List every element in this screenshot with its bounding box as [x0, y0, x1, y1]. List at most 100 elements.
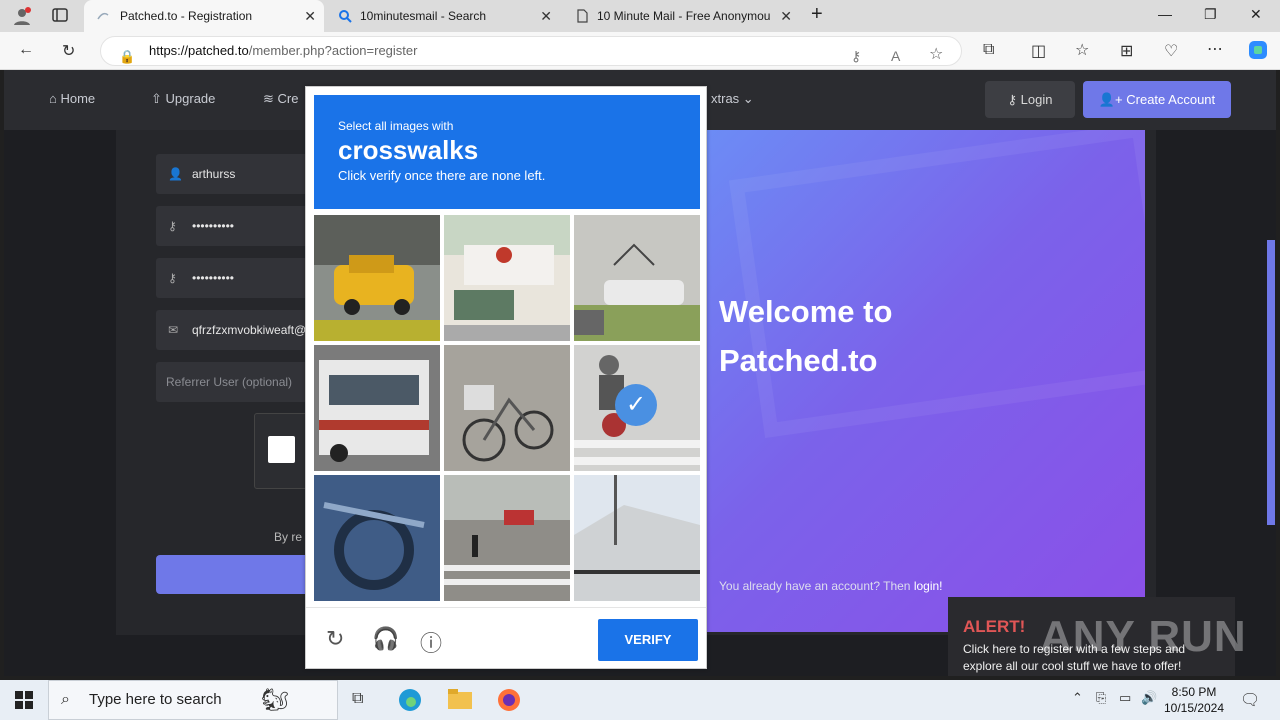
windows-start-icon[interactable] [15, 691, 33, 714]
nav-label: xtras [711, 91, 740, 106]
alert-title: ALERT! [963, 617, 1026, 636]
password-key-icon[interactable]: ⚷ [851, 42, 861, 70]
performance-icon[interactable]: ♡ [1164, 41, 1178, 61]
tab-10minutesmail-search[interactable]: 10minutesmail - Search ✕ [326, 0, 560, 32]
tab-actions-icon[interactable] [52, 7, 68, 28]
email-field[interactable]: ✉ qfrzfzxmvobkiweaft@ [156, 310, 326, 350]
new-tab-icon[interactable]: + [811, 3, 823, 26]
password-value: •••••••••• [192, 219, 235, 233]
task-view-icon[interactable]: ⧉ [352, 690, 363, 708]
more-menu-icon[interactable]: ⋯ [1207, 39, 1223, 59]
captcha-tile[interactable] [314, 475, 440, 601]
tab-title: Patched.to - Registration [120, 9, 253, 23]
create-account-button[interactable]: 👤+ Create Account [1083, 81, 1231, 118]
anyrun-watermark: ANY RUN [1040, 612, 1247, 661]
firefox-icon[interactable] [497, 688, 521, 717]
maximize-icon[interactable]: ❐ [1204, 6, 1217, 23]
tab-patched-registration[interactable]: Patched.to - Registration ✕ [84, 0, 324, 32]
notification-icon[interactable]: 🗨 [1240, 690, 1260, 710]
minimize-icon[interactable]: — [1158, 6, 1172, 22]
search-icon: ⌕ [61, 691, 70, 708]
login-button[interactable]: ⚷ Login [985, 81, 1075, 118]
captcha-header: Select all images with crosswalks Click … [314, 95, 700, 209]
display-icon[interactable]: ▭ [1119, 690, 1131, 706]
network-icon[interactable]: ⎘ [1096, 690, 1106, 706]
profile-icon[interactable] [12, 6, 32, 31]
login-link[interactable]: login! [914, 579, 943, 593]
verify-button[interactable]: VERIFY [598, 619, 698, 661]
tab-10-minute-mail[interactable]: 10 Minute Mail - Free Anonymou ✕ [563, 0, 800, 32]
storefront-image [444, 215, 570, 341]
envelope-icon: ✉ [168, 323, 179, 337]
upgrade-icon: ⇧ [151, 91, 166, 106]
nav-extras[interactable]: xtras ⌄ [711, 91, 754, 107]
chevron-down-icon: ⌄ [739, 91, 754, 106]
nav-label: Home [60, 91, 96, 106]
refresh-challenge-icon[interactable]: ↻ [326, 626, 344, 652]
confirm-password-value: •••••••••• [192, 271, 235, 285]
url-host: https://patched.to [149, 43, 249, 58]
confirm-password-field[interactable]: ⚷ •••••••••• [156, 258, 326, 298]
close-tab-icon[interactable]: ✕ [780, 8, 792, 25]
chevron-up-icon[interactable]: ⌃ [1072, 690, 1083, 706]
register-submit-button[interactable] [156, 555, 316, 594]
captcha-instruction: Click verify once there are none left. [338, 168, 546, 183]
back-icon[interactable]: ← [18, 41, 34, 59]
background-graphic [728, 130, 1145, 438]
clock[interactable]: 8:50 PM 10/15/2024 [1158, 684, 1230, 716]
credits-icon: ≋ [263, 91, 278, 106]
captcha-checkbox[interactable] [268, 436, 295, 463]
motorcycle-closeup-image [314, 475, 440, 601]
captcha-tile[interactable] [574, 215, 700, 341]
tab-title: 10minutesmail - Search [360, 9, 487, 23]
nav-credits[interactable]: ≋ Cre [263, 91, 298, 107]
password-field[interactable]: ⚷ •••••••••• [156, 206, 326, 246]
file-explorer-icon[interactable] [448, 689, 472, 714]
captcha-tile[interactable] [574, 475, 700, 601]
loading-icon [96, 9, 110, 23]
info-icon[interactable]: ⓘ [420, 626, 442, 658]
referrer-placeholder: Referrer User (optional) [166, 375, 293, 389]
home-icon: ⌂ [49, 91, 61, 106]
captcha-tile[interactable] [444, 475, 570, 601]
nav-upgrade[interactable]: ⇧ Upgrade [151, 91, 215, 107]
search-icon [338, 9, 352, 23]
login-label: Login [1020, 92, 1053, 107]
refresh-icon[interactable]: ↻ [62, 41, 75, 61]
taxi-image [314, 215, 440, 341]
clock-date: 10/15/2024 [1163, 701, 1225, 715]
audio-challenge-icon[interactable]: 🎧 [372, 626, 399, 652]
terms-text: By re [274, 530, 303, 544]
welcome-title: Welcome to Patched.to [719, 294, 893, 378]
add-user-icon: 👤+ [1098, 92, 1127, 107]
captcha-tile-selected[interactable]: ✓ [574, 345, 700, 471]
collections-icon[interactable]: ⊞ [1120, 41, 1133, 61]
captcha-tile[interactable] [444, 215, 570, 341]
captcha-tile[interactable] [314, 345, 440, 471]
address-toolbar: ← ↻ 🔒 https://patched.to/member.php?acti… [0, 32, 1280, 70]
close-window-icon[interactable]: ✕ [1250, 6, 1262, 23]
volume-icon[interactable]: 🔊 [1141, 690, 1157, 706]
taskbar-search[interactable]: ⌕ Type here to search 🐿 [48, 680, 338, 720]
captcha-tile[interactable] [314, 215, 440, 341]
scrollbar-thumb[interactable] [1267, 240, 1275, 525]
url-path: /member.php?action=register [248, 43, 418, 58]
create-account-label: Create Account [1126, 92, 1216, 107]
extensions-icon[interactable]: ⧉ [983, 41, 994, 59]
edge-icon[interactable] [398, 688, 422, 717]
crossing-street-image [444, 475, 570, 601]
favorites-icon[interactable]: ☆ [1075, 40, 1089, 60]
copilot-icon[interactable] [1247, 39, 1269, 66]
page-icon [575, 9, 589, 23]
favorite-star-icon[interactable]: ☆ [929, 41, 943, 69]
username-field[interactable]: 👤 arthurss [156, 154, 326, 194]
referrer-field[interactable]: Referrer User (optional) [156, 362, 326, 402]
read-aloud-icon[interactable]: A [891, 42, 900, 70]
welcome-panel: Welcome to Patched.to You already have a… [705, 130, 1145, 632]
split-screen-icon[interactable]: ◫ [1031, 41, 1046, 61]
close-tab-icon[interactable]: ✕ [540, 8, 552, 25]
nav-home[interactable]: ⌂ Home [49, 91, 95, 106]
close-tab-icon[interactable]: ✕ [304, 8, 316, 25]
url-field[interactable]: 🔒 https://patched.to/member.php?action=r… [100, 36, 962, 66]
captcha-tile[interactable] [444, 345, 570, 471]
